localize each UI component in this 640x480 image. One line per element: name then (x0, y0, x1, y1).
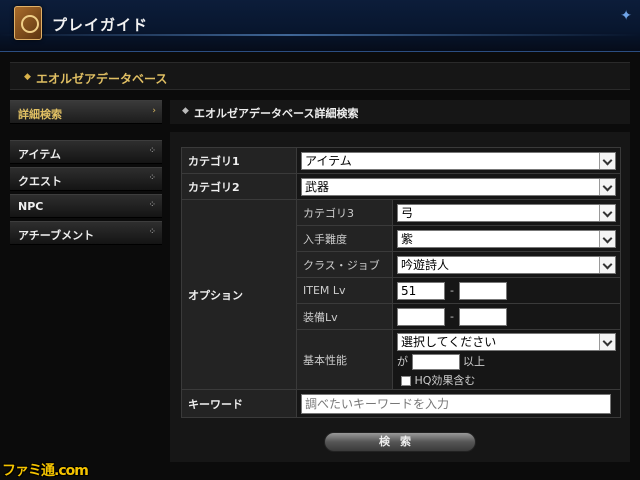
equip-lv-max-input[interactable] (459, 307, 507, 326)
sidebar-item-label: クエスト (18, 175, 62, 188)
search-button[interactable]: 検索 (324, 432, 476, 452)
sidebar-item-items[interactable]: アイテム ⁘ (10, 140, 162, 164)
sidebar-item-npc[interactable]: NPC ⁘ (10, 194, 162, 218)
category2-label: カテゴリ2 (181, 173, 297, 200)
dots-icon: ⁘ (148, 227, 156, 237)
range-separator: - (450, 284, 454, 297)
hq-row: HQ効果含む (397, 372, 616, 388)
diamond-icon: ◆ (182, 106, 189, 116)
keyword-label: キーワード (181, 389, 297, 418)
options-label: オプション (181, 199, 297, 390)
item-lv-max-input[interactable] (459, 281, 507, 300)
difficulty-value: 紫 (401, 231, 414, 246)
sidebar-item-achievements[interactable]: アチーブメント ⁘ (10, 221, 162, 245)
base-stats-threshold-input[interactable] (411, 354, 460, 370)
sidebar-item-label: NPC (18, 200, 44, 213)
chevron-down-icon (599, 178, 615, 195)
category2-value: 武器 (305, 179, 330, 194)
page-title: プレイガイド (52, 16, 149, 34)
sparkle-icon: ✦ (620, 8, 632, 24)
diamond-icon: ◆ (24, 72, 31, 82)
base-stats-value: 選択してください (401, 335, 497, 349)
chevron-right-icon: › (152, 106, 156, 116)
category1-select[interactable]: アイテム (301, 151, 616, 170)
sidebar-item-advanced-search[interactable]: 詳細検索 › (10, 100, 162, 124)
chevron-down-icon (599, 334, 615, 350)
dots-icon: ⁘ (148, 146, 156, 156)
sidebar-item-quests[interactable]: クエスト ⁘ (10, 167, 162, 191)
equip-lv-min-input[interactable] (397, 307, 445, 326)
base-stats-select[interactable]: 選択してください (397, 333, 616, 351)
difficulty-label: 入手難度 (296, 225, 393, 252)
database-title: エオルゼアデータベース (36, 72, 168, 86)
class-job-label: クラス・ジョブ (296, 251, 393, 278)
section-title: エオルゼアデータベース詳細検索 (194, 107, 359, 120)
sidebar-item-label: 詳細検索 (18, 108, 62, 121)
item-lv-min-input[interactable]: 51 (397, 281, 445, 300)
search-form: カテゴリ1 アイテム カテゴリ2 武器 オプション カテゴリ3 弓 入手難度 紫… (181, 147, 621, 418)
class-job-value: 吟遊詩人 (401, 257, 450, 272)
chevron-down-icon (599, 230, 615, 247)
chevron-down-icon (599, 256, 615, 273)
base-stats-label: 基本性能 (296, 329, 393, 390)
category1-value: アイテム (305, 153, 352, 168)
sidebar-item-label: アイテム (18, 148, 61, 161)
category1-label: カテゴリ1 (181, 147, 297, 174)
category2-select[interactable]: 武器 (301, 177, 616, 196)
category3-select[interactable]: 弓 (397, 203, 616, 222)
category3-value: 弓 (401, 205, 414, 220)
chevron-down-icon (599, 204, 615, 221)
header-bar: プレイガイド ✦ (0, 0, 640, 52)
dots-icon: ⁘ (148, 200, 156, 210)
sidebar-item-label: アチーブメント (18, 229, 95, 242)
dots-icon: ⁘ (148, 173, 156, 183)
base-stats-threshold-row: が 以上 (397, 353, 616, 371)
difficulty-select[interactable]: 紫 (397, 229, 616, 248)
base-stats-suffix: 以上 (463, 355, 485, 368)
range-separator: - (450, 310, 454, 323)
database-bar: ◆ エオルゼアデータベース (10, 62, 630, 90)
equip-lv-label: 装備Lv (296, 303, 393, 330)
class-job-select[interactable]: 吟遊詩人 (397, 255, 616, 274)
hq-checkbox[interactable] (401, 376, 411, 386)
keyword-input[interactable]: 調べたいキーワードを入力 (301, 393, 611, 414)
section-heading: ◆ エオルゼアデータベース詳細検索 (170, 100, 630, 124)
item-lv-label: ITEM Lv (296, 277, 393, 304)
base-stats-prefix: が (397, 355, 408, 368)
chevron-down-icon (599, 152, 615, 169)
hq-label: HQ効果含む (414, 374, 476, 387)
category3-label: カテゴリ3 (296, 199, 393, 226)
guide-book-icon (14, 6, 42, 40)
famitsu-watermark: ファミ通.com (2, 463, 89, 479)
